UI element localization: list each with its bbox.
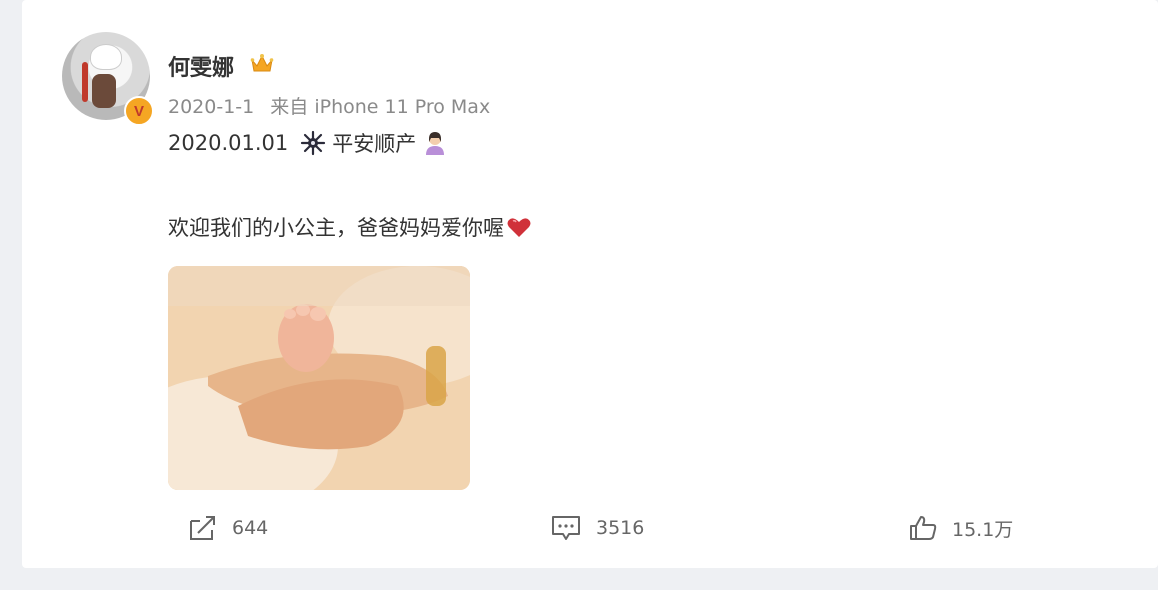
like-button[interactable]: 15.1万 [908, 508, 1013, 548]
comment-count: 3516 [596, 517, 645, 539]
firework-emoji-icon [301, 130, 326, 156]
avatar-figure-body [92, 74, 116, 108]
post-text-line-2: 欢迎我们的小公主，爸爸妈妈爱你喔 [168, 212, 532, 242]
thumbs-up-icon [910, 516, 937, 540]
post-text-line-1: 2020.01.01 平安顺产 [168, 128, 448, 158]
post-actions: 644 3516 15.1万 [22, 508, 1158, 548]
post-meta: 2020-1-1 来自 iPhone 11 Pro Max [168, 92, 500, 119]
post-date-text: 2020.01.01 [168, 131, 289, 155]
post-message: 欢迎我们的小公主，爸爸妈妈爱你喔 [168, 216, 504, 240]
avatar-figure-head [90, 44, 122, 70]
like-count: 15.1万 [952, 518, 1014, 541]
baby-feet-photo-illustration [168, 266, 470, 490]
repost-icon [190, 516, 215, 540]
post-suffix-text: 平安顺产 [332, 132, 417, 156]
comment-icon [552, 516, 580, 540]
comment-button[interactable]: 3516 [550, 508, 644, 548]
post-photo[interactable] [168, 266, 470, 490]
author-name[interactable]: 何雯娜 [168, 50, 234, 82]
person-emoji-icon [426, 132, 445, 155]
verified-badge-icon: V [124, 96, 154, 126]
repost-count: 644 [232, 517, 269, 539]
post-card: V 何雯娜 2020-1-1 来自 iPhone 11 Pro Max 2020… [22, 0, 1158, 568]
post-source: 来自 iPhone 11 Pro Max [270, 96, 491, 118]
heart-emoji-icon [507, 218, 531, 237]
crown-icon [250, 54, 274, 72]
avatar-figure-arm [82, 62, 88, 102]
post-date[interactable]: 2020-1-1 [168, 96, 254, 118]
repost-button[interactable]: 644 [188, 508, 268, 548]
